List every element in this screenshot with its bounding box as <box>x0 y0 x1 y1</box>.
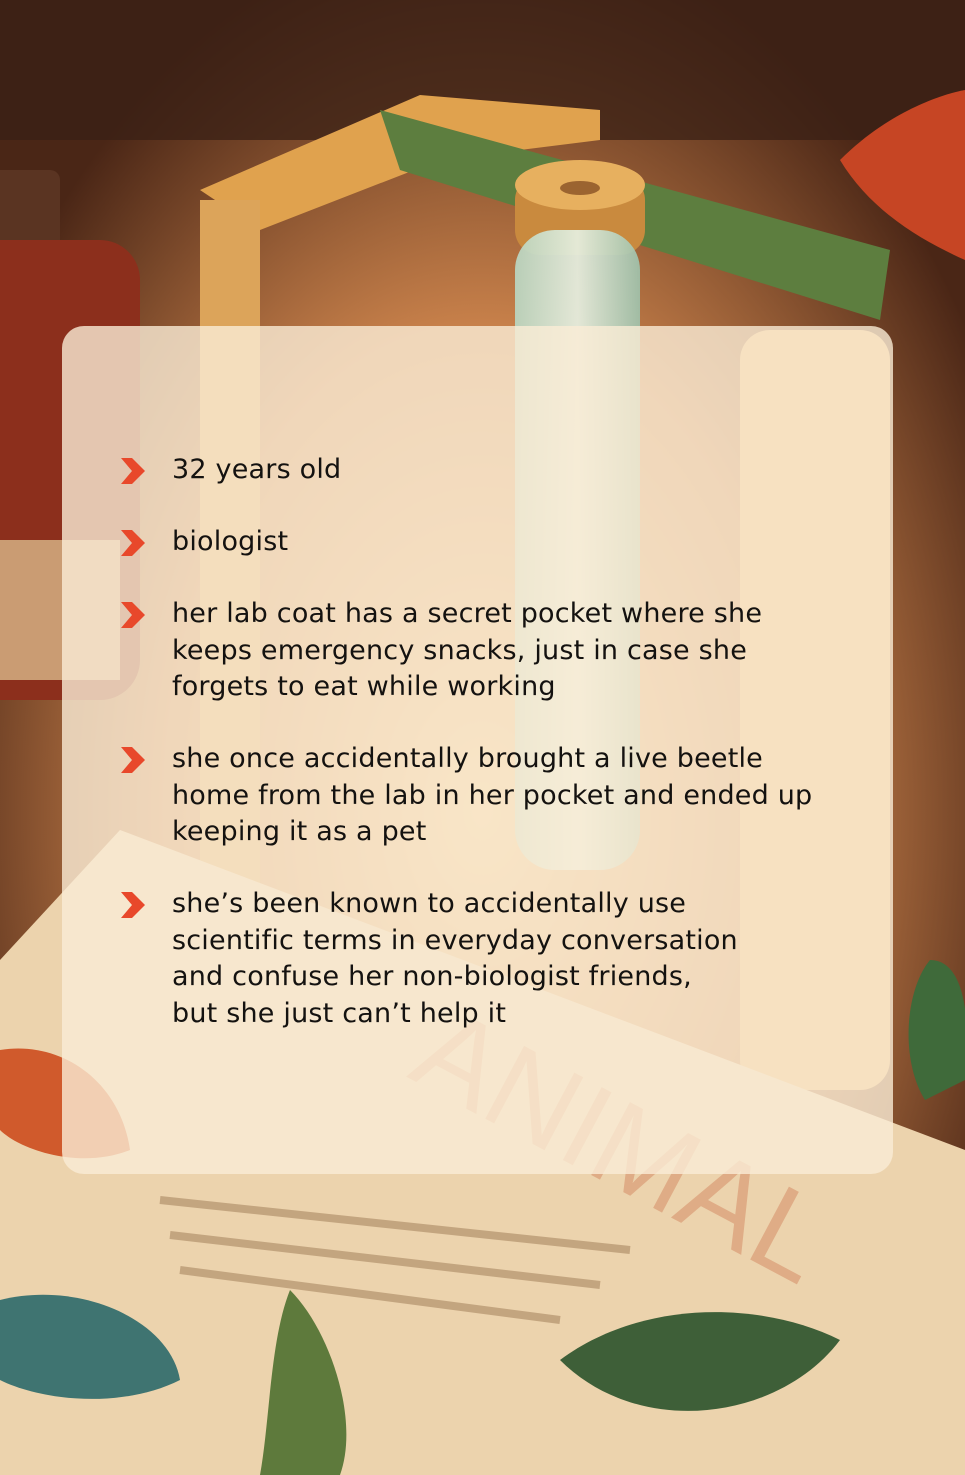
fact-text: biologist <box>172 526 289 557</box>
fact-text: she once accidentally brought a live bee… <box>172 743 813 847</box>
chevron-right-icon <box>121 602 145 628</box>
fact-text: 32 years old <box>172 454 342 485</box>
chevron-right-icon <box>121 747 145 773</box>
fact-text: her lab coat has a secret pocket where s… <box>172 598 763 702</box>
fact-text: she’s been known to accidentally use sci… <box>172 888 738 1029</box>
chevron-right-icon <box>121 530 145 556</box>
chevron-right-icon <box>121 892 145 918</box>
chevron-right-icon <box>121 458 145 484</box>
facts-card: 32 years old biologist her lab coat has … <box>62 326 893 1174</box>
